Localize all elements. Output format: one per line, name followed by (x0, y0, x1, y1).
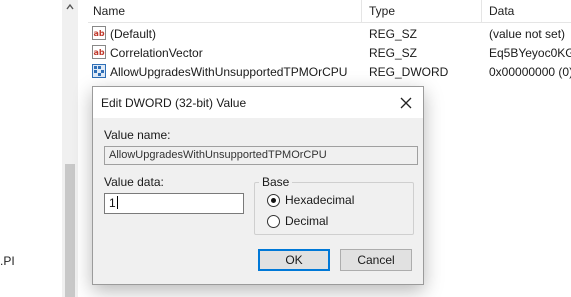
radio-selected-icon[interactable] (267, 194, 280, 207)
value-data: Eq5BYeyoc0KGjz (489, 46, 571, 60)
binary-value-icon (92, 64, 106, 78)
scroll-thumb[interactable] (65, 164, 75, 297)
text-caret (116, 196, 118, 209)
edit-dword-dialog: Edit DWORD (32-bit) Value Value name: Al… (92, 86, 424, 285)
value-name-label: Value name: (104, 128, 171, 142)
ok-button[interactable]: OK (258, 249, 330, 271)
string-value-icon: ab (92, 45, 106, 59)
column-header: Name Type Data (88, 0, 571, 23)
value-type: REG_DWORD (369, 65, 449, 79)
dialog-title: Edit DWORD (32-bit) Value (101, 96, 247, 110)
list-item[interactable]: ab CorrelationVector REG_SZ Eq5BYeyoc0KG… (88, 43, 571, 63)
tree-scrollbar[interactable] (62, 0, 78, 297)
column-type[interactable]: Type (369, 4, 395, 18)
value-type: REG_SZ (369, 46, 418, 60)
cancel-button[interactable]: Cancel (340, 249, 412, 271)
scroll-up-icon[interactable] (65, 2, 75, 12)
dialog-titlebar[interactable]: Edit DWORD (32-bit) Value (93, 87, 423, 118)
svg-text:ab: ab (94, 29, 105, 38)
value-name: AllowUpgradesWithUnsupportedTPMOrCPU (110, 65, 348, 79)
radio-unselected-icon[interactable] (267, 215, 280, 228)
value-type: REG_SZ (369, 27, 418, 41)
column-divider[interactable] (361, 0, 362, 22)
close-icon[interactable] (395, 92, 417, 114)
svg-text:ab: ab (94, 48, 105, 57)
column-divider[interactable] (481, 0, 482, 22)
column-name[interactable]: Name (93, 4, 125, 18)
radio-hexadecimal-label[interactable]: Hexadecimal (285, 193, 354, 207)
value-data: (value not set) (489, 27, 566, 41)
list-item[interactable]: AllowUpgradesWithUnsupportedTPMOrCPU REG… (88, 62, 571, 82)
string-value-icon: ab (92, 26, 106, 40)
value-data-text: 1 (109, 196, 116, 210)
radio-hexadecimal[interactable]: Hexadecimal (267, 193, 407, 209)
list-item[interactable]: ab (Default) REG_SZ (value not set) (88, 24, 571, 44)
tree-item-fragment[interactable]: .PI (0, 254, 15, 268)
value-data: 0x00000000 (0) (489, 65, 571, 79)
tree-pane[interactable]: .PI (0, 0, 62, 297)
value-name: (Default) (110, 27, 157, 41)
radio-decimal[interactable]: Decimal (267, 214, 407, 230)
value-name-field: AllowUpgradesWithUnsupportedTPMOrCPU (104, 146, 418, 165)
column-data[interactable]: Data (489, 4, 514, 18)
base-label: Base (259, 175, 293, 189)
radio-decimal-label[interactable]: Decimal (285, 214, 328, 228)
value-data-input[interactable]: 1 (104, 193, 244, 214)
value-data-label: Value data: (104, 175, 164, 189)
value-name: CorrelationVector (110, 46, 203, 60)
